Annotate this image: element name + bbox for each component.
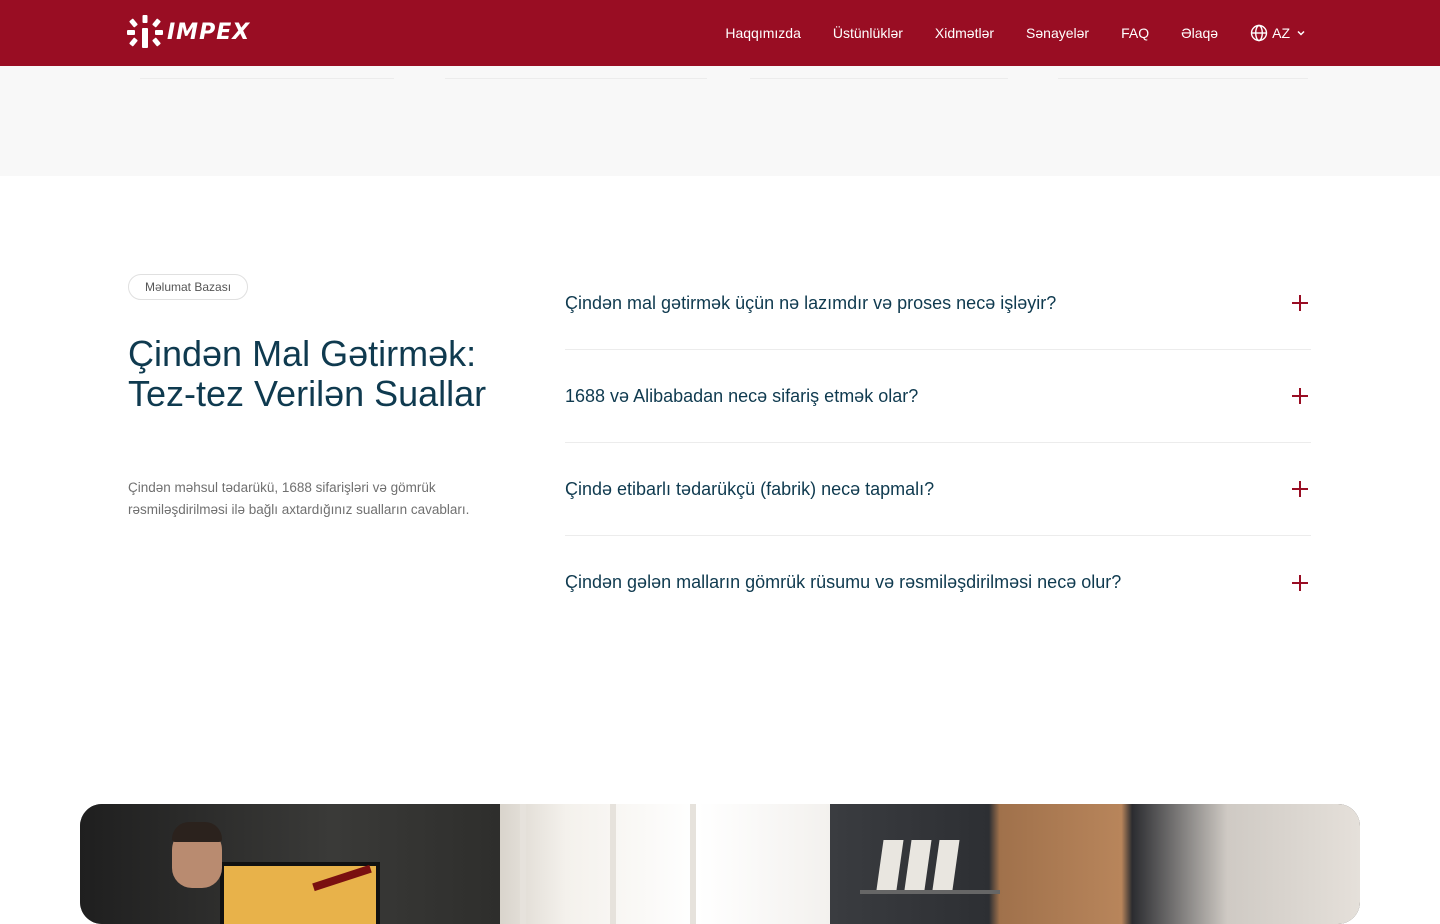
site-header: IMPEX Haqqımızda Üstünlüklər Xidmətlər S… <box>0 0 1440 66</box>
faq-title: Çindən Mal Gətirmək: Tez-tez Verilən Sua… <box>128 333 487 414</box>
logo-text: IMPEX <box>167 19 251 45</box>
faq-item[interactable]: 1688 və Alibabadan necə sifariş etmək ol… <box>565 350 1311 443</box>
faq-question: 1688 və Alibabadan necə sifariş etmək ol… <box>565 385 919 406</box>
office-photo-banner <box>80 804 1360 924</box>
section-badge: Məlumat Bazası <box>128 274 249 300</box>
faq-description: Çindən məhsul tədarükü, 1688 sifarişləri… <box>128 480 470 517</box>
curtain-fold <box>610 804 616 924</box>
plus-icon[interactable] <box>1292 388 1308 404</box>
faq-question: Çində etibarlı tədarükçü (fabrik) necə t… <box>565 478 935 499</box>
faq-question: Çindən mal gətirmək üçün nə lazımdır və … <box>565 292 1057 313</box>
nav-item-advantages[interactable]: Üstünlüklər <box>833 25 903 41</box>
nav-item-contact[interactable]: Əlaqə <box>1181 25 1218 41</box>
curtain-fold <box>520 804 526 924</box>
faq-list: Çindən mal gətirmək üçün nə lazımdır və … <box>565 257 1311 629</box>
divider <box>140 78 394 79</box>
chevron-down-icon <box>1297 30 1305 36</box>
logo[interactable]: IMPEX <box>127 14 250 50</box>
main-nav: Haqqımızda Üstünlüklər Xidmətlər Sənayel… <box>693 0 1310 66</box>
divider <box>445 78 707 79</box>
previous-section-strip <box>0 66 1440 176</box>
nav-item-about[interactable]: Haqqımızda <box>725 25 800 41</box>
faq-item[interactable]: Çində etibarlı tədarükçü (fabrik) necə t… <box>565 443 1311 536</box>
faq-item[interactable]: Çindən gələn malların gömrük rüsumu və r… <box>565 536 1311 629</box>
globe-icon <box>1250 24 1268 42</box>
divider <box>750 78 1008 79</box>
divider <box>1058 78 1308 79</box>
curtain-fold <box>690 804 696 924</box>
language-label: AZ <box>1272 25 1290 41</box>
photo-shelf <box>860 890 1000 894</box>
plus-icon[interactable] <box>1292 574 1308 591</box>
photo-curtain-area <box>500 804 830 924</box>
nav-item-industries[interactable]: Sənayelər <box>1026 25 1089 41</box>
nav-item-services[interactable]: Xidmətlər <box>935 25 994 41</box>
language-selector[interactable]: AZ <box>1250 24 1310 42</box>
nav-item-faq[interactable]: FAQ <box>1121 25 1149 41</box>
logo-mark-icon <box>127 15 163 48</box>
plus-icon[interactable] <box>1292 295 1308 311</box>
photo-person-hair <box>172 822 222 842</box>
plus-icon[interactable] <box>1292 481 1308 497</box>
faq-question: Çindən gələn malların gömrük rüsumu və r… <box>565 572 1122 592</box>
faq-item[interactable]: Çindən mal gətirmək üçün nə lazımdır və … <box>565 257 1311 350</box>
